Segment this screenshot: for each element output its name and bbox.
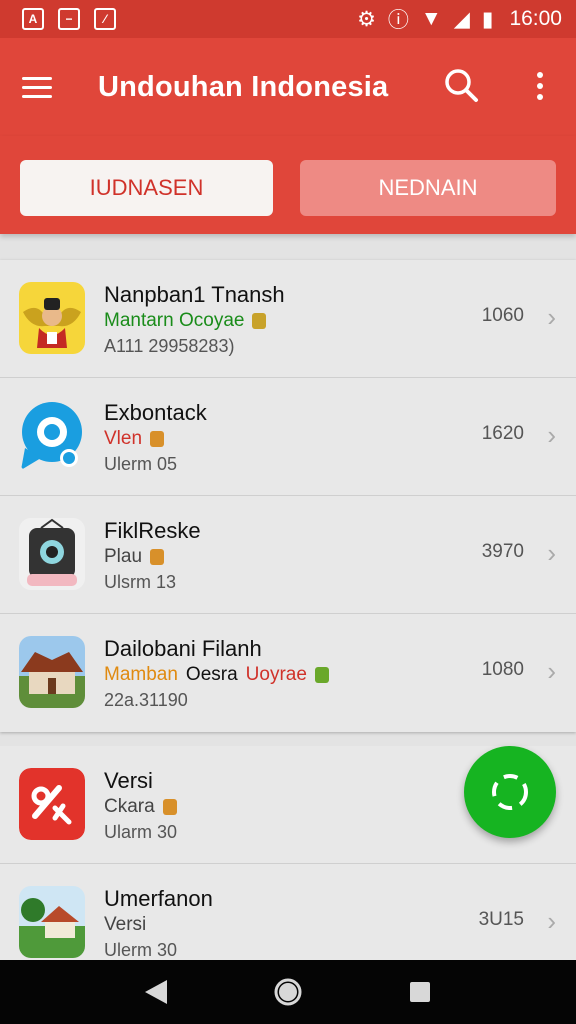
item-count: 3U15 — [478, 909, 524, 930]
badge-icon — [314, 667, 329, 683]
item-count: 1620 — [481, 423, 524, 444]
item-meta: A111 29958283) — [104, 336, 235, 356]
chevron-right-icon: › — [547, 538, 556, 568]
refresh-icon — [492, 774, 528, 810]
search-icon[interactable] — [438, 62, 484, 108]
settings-icon: ⚙ — [357, 7, 376, 31]
item-meta: Ulerm 30 — [104, 940, 178, 960]
wifi-icon: ▼ — [420, 7, 442, 30]
recents-button[interactable] — [400, 972, 440, 1012]
item-count: 1060 — [481, 305, 524, 326]
chevron-right-icon: › — [547, 420, 556, 450]
item-sub: Versi — [104, 914, 147, 935]
system-nav-bar — [0, 960, 576, 1024]
chevron-right-icon: › — [547, 906, 556, 936]
item-name: Versi — [104, 768, 153, 793]
item-subtitle: Vlen — [104, 428, 165, 450]
back-button[interactable] — [136, 972, 176, 1012]
item-sub: Ckara — [104, 796, 155, 817]
gift-icon — [150, 549, 165, 565]
status-time: 16:00 — [509, 7, 562, 30]
item-meta: 22a.31190 — [104, 690, 188, 710]
gift-icon — [150, 431, 165, 447]
list-item[interactable]: Dailobani Filanh Mamban Oesra Uoyrae 22a… — [0, 614, 576, 732]
signal-icon: ◢ — [453, 7, 470, 31]
item-count: 3970 — [481, 541, 524, 562]
item-subtitle: Versi — [104, 914, 146, 936]
notification-icon: A — [22, 8, 44, 30]
menu-icon[interactable] — [22, 65, 66, 109]
garuda-icon — [19, 282, 85, 354]
item-meta: Ularm 30 — [104, 822, 178, 842]
tab-bar: IUDNASEN NEDNAIN — [0, 136, 576, 234]
tab-nednain[interactable]: NEDNAIN — [300, 160, 556, 216]
list-item[interactable]: FiklReske Plau Ulsrm 13 3970 › — [0, 496, 576, 614]
item-subtitle: Plau — [104, 546, 165, 568]
item-subtitle: Ckara — [104, 796, 177, 818]
recents-icon — [410, 982, 430, 1002]
battery-icon: ▮ — [481, 7, 494, 31]
item-meta: Ulerm 05 — [104, 454, 178, 474]
gift-icon — [162, 799, 177, 815]
item-sub: Mantarn Ocoyae — [104, 310, 245, 331]
item-sub: Vlen — [104, 428, 143, 449]
tab-iudnasen[interactable]: IUDNASEN — [20, 160, 273, 216]
app-bar: Undouhan Indonesia — [0, 38, 576, 136]
traditional-house-icon — [19, 636, 85, 708]
list-item[interactable]: Nanpban1 Tnansh Mantarn Ocoyae A111 2995… — [0, 260, 576, 378]
item-sub: Plau — [104, 546, 143, 567]
item-sub3: Uoyrae — [245, 664, 307, 685]
more-vert-icon[interactable] — [524, 64, 556, 108]
village-house-icon — [19, 886, 85, 958]
item-name: Nanpban1 Tnansh — [104, 282, 285, 307]
item-name: Dailobani Filanh — [104, 636, 262, 661]
item-name: Exbontack — [104, 400, 207, 425]
badge-icon — [252, 313, 267, 329]
battery-saver-icon: − — [58, 8, 80, 30]
chevron-right-icon: › — [547, 656, 556, 686]
item-sub: Mamban — [104, 664, 178, 685]
info-icon: ⓘ — [387, 9, 409, 32]
item-subtitle: Mantarn Ocoyae — [104, 310, 267, 332]
item-meta: Ulsrm 13 — [104, 572, 177, 592]
app-title: Undouhan Indonesia — [98, 70, 389, 103]
chat-bubble-icon — [19, 400, 85, 472]
item-name: FiklReske — [104, 518, 201, 543]
app-list-card: Nanpban1 Tnansh Mantarn Ocoyae A111 2995… — [0, 260, 576, 732]
list-item[interactable]: Exbontack Vlen Ulerm 05 1620 › — [0, 378, 576, 496]
item-subtitle: Mamban Oesra Uoyrae — [104, 664, 329, 686]
home-icon — [274, 978, 302, 1006]
device-icon — [19, 518, 85, 590]
status-bar: A − ⁄ ⚙ ⓘ ▼ ◢ ▮ 16:00 — [0, 0, 576, 38]
discount-icon — [19, 768, 85, 840]
item-count: 1080 — [481, 659, 524, 680]
item-name: Umerfanon — [104, 886, 213, 911]
item-sub2: Oesra — [185, 664, 238, 685]
refresh-fab-button[interactable] — [464, 746, 556, 838]
chevron-right-icon: › — [547, 302, 556, 332]
back-icon — [145, 980, 167, 1004]
home-button[interactable] — [268, 972, 308, 1012]
image-icon: ⁄ — [94, 8, 116, 30]
